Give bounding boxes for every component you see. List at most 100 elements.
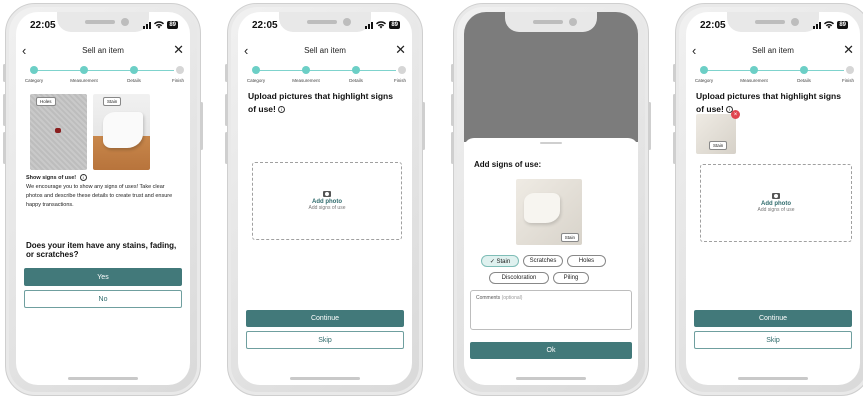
hole-mark xyxy=(55,128,61,133)
skip-button[interactable]: Skip xyxy=(694,331,852,349)
nav-title: Sell an item xyxy=(82,45,124,55)
step-dot-finish xyxy=(176,66,184,74)
stain-question: Does your item have any stains, fading, … xyxy=(26,241,177,259)
stepper-line xyxy=(256,70,396,71)
photo-tag: Holes xyxy=(36,97,56,106)
phone-button xyxy=(3,132,6,164)
phone-screen: 22:05 89 ‹ Sell an item ✕ Category Measu… xyxy=(238,12,412,385)
signs-heading: Show signs of use! xyxy=(26,175,77,181)
phone-button xyxy=(422,102,425,150)
phone-button xyxy=(200,102,203,150)
ok-button[interactable]: Ok xyxy=(470,342,632,359)
progress-stepper: Category Measurement Details Finish xyxy=(246,66,406,88)
stepper-line xyxy=(34,70,174,71)
no-button[interactable]: No xyxy=(24,290,182,308)
example-photo-holes: Holes xyxy=(30,94,87,170)
step-dot-details xyxy=(800,66,808,74)
nav-bar: ‹ Sell an item ✕ xyxy=(686,42,860,58)
signs-info: Show signs of use! i xyxy=(26,174,180,183)
fabric-fold xyxy=(524,193,560,223)
chip-stain[interactable]: ✓ Stain xyxy=(481,255,519,267)
step-label-measurement: Measurement xyxy=(70,78,98,83)
step-label-details: Details xyxy=(349,78,363,83)
step-label-category: Category xyxy=(246,78,266,83)
home-indicator xyxy=(516,377,586,380)
info-icon[interactable]: i xyxy=(79,174,87,182)
nav-bar: ‹ Sell an item ✕ xyxy=(16,42,190,58)
continue-button[interactable]: Continue xyxy=(246,310,404,327)
notch xyxy=(505,12,597,32)
phone-button xyxy=(648,102,651,150)
step-dot-category xyxy=(700,66,708,74)
delete-photo-icon[interactable]: × xyxy=(731,110,740,119)
phone-button xyxy=(225,94,228,126)
close-icon[interactable]: ✕ xyxy=(173,42,184,58)
phone-button xyxy=(673,94,676,126)
back-icon[interactable]: ‹ xyxy=(692,43,696,58)
signal-icon xyxy=(143,21,152,29)
continue-button[interactable]: Continue xyxy=(694,310,852,327)
status-icons: 89 xyxy=(143,21,178,29)
comments-optional: (optional) xyxy=(501,295,523,301)
back-icon[interactable]: ‹ xyxy=(22,43,26,58)
comments-field[interactable]: Comments (optional) xyxy=(470,290,632,330)
step-dot-measurement xyxy=(302,66,310,74)
mockup-stage: 22:05 89 ‹ Sell an item ✕ Category Measu… xyxy=(0,0,863,398)
chip-holes[interactable]: Holes xyxy=(567,255,606,267)
camera-icon xyxy=(323,191,331,197)
skip-button[interactable]: Skip xyxy=(246,331,404,349)
close-icon[interactable]: ✕ xyxy=(843,42,854,58)
home-indicator xyxy=(290,377,360,380)
step-dot-measurement xyxy=(80,66,88,74)
phone-3: Add signs of use: Stain ✓ Stain Scratche… xyxy=(451,3,651,396)
uploaded-photo-thumb[interactable]: × Stain xyxy=(696,110,740,154)
phone-screen: 22:05 89 ‹ Sell an item ✕ Category Measu… xyxy=(16,12,190,385)
add-photo-box[interactable]: Add photo Add signs of use xyxy=(700,164,852,242)
progress-stepper: Category Measurement Details Finish xyxy=(24,66,184,88)
add-photo-sublabel: Add signs of use xyxy=(308,205,346,211)
phone-button xyxy=(451,94,454,126)
chip-piling[interactable]: Piling xyxy=(553,272,589,284)
phone-2: 22:05 89 ‹ Sell an item ✕ Category Measu… xyxy=(225,3,425,396)
back-icon[interactable]: ‹ xyxy=(244,43,248,58)
step-dot-finish xyxy=(846,66,854,74)
step-dot-details xyxy=(352,66,360,74)
phone-button xyxy=(225,64,228,82)
phone-button xyxy=(225,132,228,164)
upload-title-text: Upload pictures that highlight signs of … xyxy=(248,91,393,114)
step-dot-category xyxy=(252,66,260,74)
home-indicator xyxy=(738,377,808,380)
nav-title: Sell an item xyxy=(752,45,794,55)
step-dot-measurement xyxy=(750,66,758,74)
step-dot-finish xyxy=(398,66,406,74)
step-label-details: Details xyxy=(127,78,141,83)
photo-tag: Stain xyxy=(103,97,122,106)
sheet-grab-handle[interactable] xyxy=(540,142,562,144)
status-time: 22:05 xyxy=(30,19,56,31)
chip-scratches[interactable]: Scratches xyxy=(523,255,563,267)
info-icon[interactable]: i xyxy=(278,106,286,114)
step-label-measurement: Measurement xyxy=(292,78,320,83)
yes-button[interactable]: Yes xyxy=(24,268,182,286)
status-time: 22:05 xyxy=(700,19,726,31)
step-dot-details xyxy=(130,66,138,74)
phone-button xyxy=(451,132,454,164)
front-camera xyxy=(569,18,577,26)
upload-title: Upload pictures that highlight signs of … xyxy=(248,90,402,116)
status-bar: 22:05 89 xyxy=(700,18,848,32)
phone-screen: 22:05 89 ‹ Sell an item ✕ Category Measu… xyxy=(686,12,860,385)
chip-discoloration[interactable]: Discoloration xyxy=(489,272,549,284)
phone-screen: Add signs of use: Stain ✓ Stain Scratche… xyxy=(464,12,638,385)
step-label-category: Category xyxy=(24,78,44,83)
progress-stepper: Category Measurement Details Finish xyxy=(695,66,855,88)
upload-title: Upload pictures that highlight signs of … xyxy=(696,90,850,116)
comments-label: Comments xyxy=(476,295,501,301)
photo-tag: Stain xyxy=(709,141,728,150)
signs-bottom-sheet: Add signs of use: Stain ✓ Stain Scratche… xyxy=(464,138,638,385)
step-dot-category xyxy=(30,66,38,74)
close-icon[interactable]: ✕ xyxy=(395,42,406,58)
battery-icon: 89 xyxy=(389,21,400,29)
add-photo-box[interactable]: Add photo Add signs of use xyxy=(252,162,402,240)
example-photo-stain: Stain xyxy=(93,94,150,170)
step-label-finish: Finish xyxy=(841,78,855,83)
